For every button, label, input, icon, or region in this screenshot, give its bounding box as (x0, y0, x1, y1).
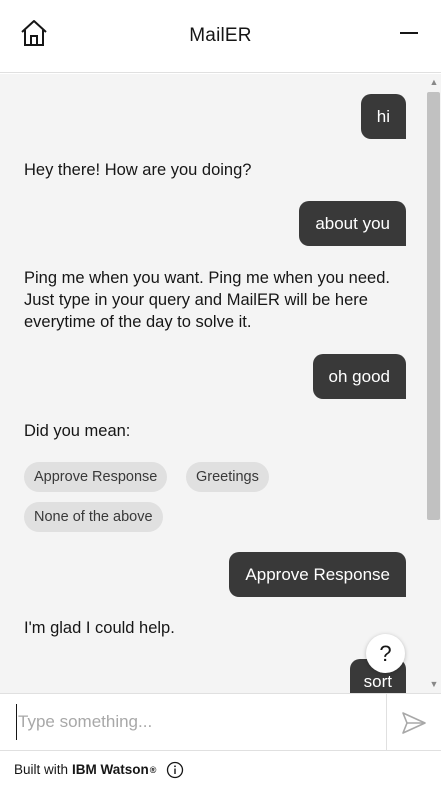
home-button[interactable] (18, 18, 50, 48)
scroll-down-icon[interactable]: ▼ (429, 679, 439, 689)
registered-mark: ® (149, 764, 157, 775)
suggestion-chip[interactable]: Approve Response (24, 462, 168, 492)
minimize-icon (400, 32, 418, 34)
message-input[interactable] (16, 704, 378, 740)
minimize-button[interactable] (395, 22, 423, 44)
scrollbar[interactable]: ▲ ▼ (426, 74, 441, 693)
message-input-bar (0, 693, 441, 751)
suggestion-chip[interactable]: Greetings (186, 462, 269, 492)
brand-name: IBM Watson (72, 762, 149, 777)
user-message: about you (299, 201, 406, 246)
send-button[interactable] (386, 694, 441, 751)
chat-title: MailER (189, 25, 252, 46)
bot-message: Ping me when you want. Ping me when you … (24, 269, 390, 331)
user-message: Approve Response (229, 552, 406, 597)
scroll-up-icon[interactable]: ▲ (429, 77, 439, 87)
footer: Built with IBM Watson ® (0, 752, 441, 787)
info-icon (167, 761, 184, 778)
home-icon (21, 20, 47, 46)
user-message: oh good (312, 354, 406, 399)
bot-message: Hey there! How are you doing? (24, 161, 252, 179)
user-message: hi (360, 94, 406, 139)
help-button[interactable]: ? (366, 634, 405, 673)
scrollbar-thumb[interactable] (427, 92, 440, 520)
info-button[interactable] (166, 761, 184, 779)
built-with-label: Built with (14, 762, 69, 777)
chat-header: MailER (0, 0, 441, 73)
suggestion-chip[interactable]: None of the above (24, 502, 163, 532)
send-icon (402, 711, 426, 734)
message-list[interactable]: hi Hey there! How are you doing? about y… (0, 74, 441, 693)
bot-message: I'm glad I could help. (24, 619, 175, 637)
bot-message: Did you mean: (24, 422, 131, 440)
